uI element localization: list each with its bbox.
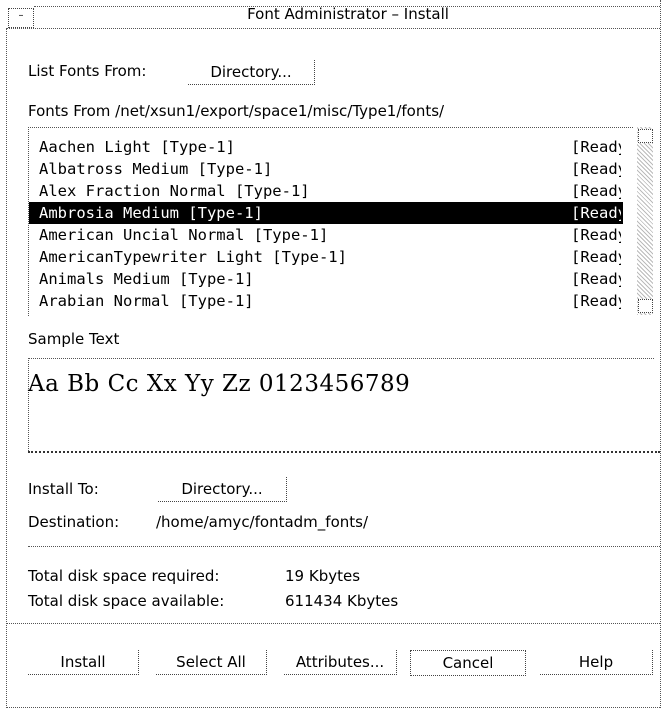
- cancel-button[interactable]: Cancel: [410, 650, 526, 676]
- font-list-scrollbar[interactable]: [637, 127, 653, 315]
- window-border-bottom: [6, 707, 660, 708]
- font-name: Ambrosia Medium [Type-1]: [39, 204, 263, 222]
- font-name: American Uncial Normal [Type-1]: [39, 226, 329, 244]
- destination-label: Destination:: [28, 513, 120, 531]
- install-to-label: Install To:: [28, 480, 99, 498]
- scroll-up-arrow[interactable]: [638, 129, 653, 143]
- window-border-right: [660, 0, 661, 708]
- font-list-row[interactable]: AmericanTypewriter Light [Type-1] [Ready]: [29, 246, 623, 268]
- font-list-row[interactable]: Arabian Normal [Type-1] [Ready]: [29, 290, 623, 312]
- disk-available-value: 611434 Kbytes: [285, 592, 399, 610]
- font-status: [Ready]: [571, 182, 621, 200]
- font-status: [Ready]: [571, 270, 621, 288]
- font-status: [Ready]: [571, 160, 621, 178]
- font-status: [Ready]: [571, 292, 621, 310]
- font-list[interactable]: Aachen Light [Type-1][Ready]Albatross Me…: [28, 127, 633, 316]
- font-list-row[interactable]: Ambrosia Medium [Type-1] [Ready]: [29, 202, 623, 224]
- disk-available-label: Total disk space available:: [28, 592, 225, 610]
- font-list-row[interactable]: Albatross Medium [Type-1] [Ready]: [29, 158, 623, 180]
- attributes-button[interactable]: Attributes...: [284, 650, 397, 675]
- font-status: [Ready]: [571, 226, 621, 244]
- font-status: [Ready]: [571, 138, 621, 156]
- sample-divider: [28, 451, 660, 453]
- window-title: Font Administrator – Install: [247, 5, 449, 23]
- disk-required-label: Total disk space required:: [28, 567, 220, 585]
- install-directory-button[interactable]: Directory...: [158, 477, 287, 502]
- font-name: Albatross Medium [Type-1]: [39, 160, 273, 178]
- font-status: [Ready]: [571, 248, 621, 266]
- help-button[interactable]: Help: [540, 650, 653, 675]
- sample-text-preview: Aa Bb Cc Xx Yy Zz 0123456789: [28, 371, 411, 397]
- font-list-row[interactable]: Aachen Light [Type-1] [Ready]: [29, 136, 623, 158]
- select-all-button[interactable]: Select All: [156, 650, 267, 675]
- font-list-row[interactable]: Animals Medium [Type-1] [Ready]: [29, 268, 623, 290]
- list-directory-button[interactable]: Directory...: [188, 60, 315, 85]
- disk-required-value: 19 Kbytes: [285, 567, 361, 585]
- destination-value: /home/amyc/fontadm_fonts/: [156, 513, 368, 531]
- sample-text-label: Sample Text: [28, 330, 120, 348]
- font-list-row[interactable]: Alex Fraction Normal [Type-1] [Ready]: [29, 180, 623, 202]
- font-status: [Ready]: [571, 204, 621, 222]
- font-name: Alex Fraction Normal [Type-1]: [39, 182, 310, 200]
- fonts-from-path: Fonts From /net/xsun1/export/space1/misc…: [28, 102, 445, 120]
- window-border-left: [6, 28, 7, 708]
- destination-divider: [28, 546, 660, 547]
- title-bar-bottom: [6, 28, 660, 29]
- scroll-down-arrow[interactable]: [638, 299, 653, 313]
- font-name: AmericanTypewriter Light [Type-1]: [39, 248, 347, 266]
- font-list-row[interactable]: American Uncial Normal [Type-1] [Ready]: [29, 224, 623, 246]
- list-fonts-from-label: List Fonts From:: [28, 62, 147, 80]
- install-button[interactable]: Install: [28, 650, 139, 675]
- font-name: Animals Medium [Type-1]: [39, 270, 254, 288]
- font-name: Arabian Normal [Type-1]: [39, 292, 254, 310]
- buttons-divider: [6, 623, 660, 624]
- window-menu-button[interactable]: –: [8, 8, 34, 28]
- font-name: Aachen Light [Type-1]: [39, 138, 235, 156]
